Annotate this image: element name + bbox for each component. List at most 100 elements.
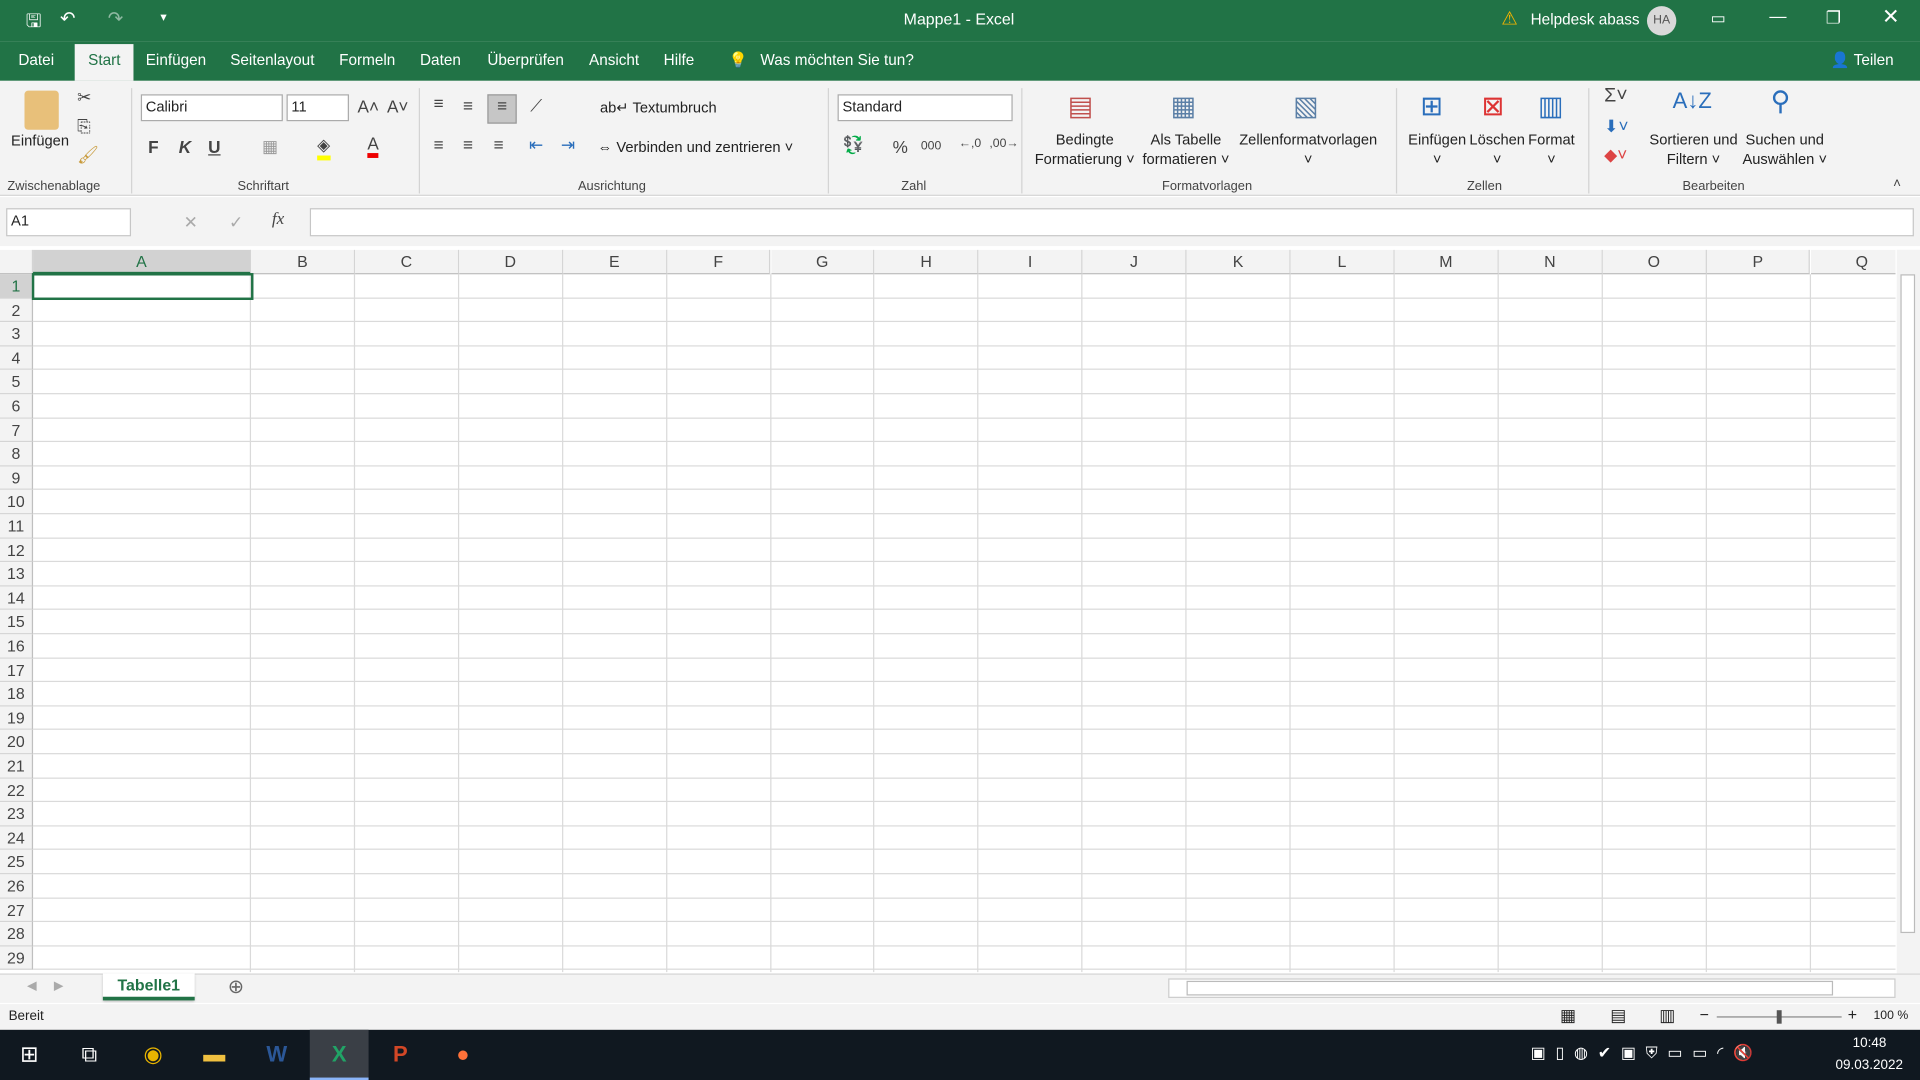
excel-icon[interactable]: X	[310, 1030, 369, 1080]
decrease-indent-icon[interactable]: ⇤	[529, 135, 543, 156]
tab-start[interactable]: Start	[75, 44, 134, 81]
zoom-out-icon[interactable]: −	[1700, 1005, 1709, 1023]
clear-icon[interactable]: ◆˅	[1604, 144, 1627, 165]
share-button[interactable]: 👤 Teilen	[1831, 51, 1894, 69]
column-header[interactable]: O	[1602, 250, 1706, 274]
sort-filter-button[interactable]: Sortieren undFiltern ˅	[1649, 130, 1737, 169]
worksheet-grid[interactable]: ABCDEFGHIJKLMNOPQ12345678910111213141516…	[0, 250, 1896, 972]
system-tray-icons[interactable]: ▣▯◍✔▣⛨▭▭◜🔇	[1531, 1043, 1763, 1063]
merge-center-button[interactable]: ⇔ Verbinden und zentrieren ˅	[598, 137, 794, 157]
row-header[interactable]: 9	[0, 466, 33, 490]
row-header[interactable]: 17	[0, 658, 33, 682]
name-box[interactable]: A1	[6, 208, 131, 236]
row-header[interactable]: 13	[0, 562, 33, 586]
row-header[interactable]: 28	[0, 922, 33, 946]
normal-view-icon[interactable]: ▦	[1560, 1005, 1576, 1026]
tab-daten[interactable]: Daten	[420, 51, 461, 68]
delete-cells-icon[interactable]: ⊠	[1482, 91, 1505, 123]
orientation-icon[interactable]: ⟋	[530, 96, 542, 117]
ribbon-display-icon[interactable]: ▭	[1711, 9, 1726, 29]
active-cell[interactable]	[32, 273, 254, 299]
avatar[interactable]: HA	[1647, 6, 1676, 35]
powerpoint-icon[interactable]: P	[371, 1030, 430, 1080]
file-explorer-icon[interactable]: ▬	[185, 1030, 244, 1080]
grow-font-icon[interactable]: A˄	[358, 97, 379, 117]
tab-formeln[interactable]: Formeln	[339, 51, 395, 68]
restore-icon[interactable]: ❐	[1826, 7, 1841, 28]
cut-icon[interactable]: ✂	[77, 87, 91, 108]
h-scroll-thumb[interactable]	[1187, 981, 1834, 996]
redo-icon[interactable]: ↷	[108, 7, 123, 29]
row-header[interactable]: 20	[0, 730, 33, 754]
horizontal-scrollbar[interactable]	[1168, 978, 1895, 998]
align-left-icon[interactable]: ≡	[433, 135, 443, 155]
row-header[interactable]: 11	[0, 514, 33, 538]
tab-seitenlayout[interactable]: Seitenlayout	[230, 51, 314, 68]
font-color-icon[interactable]: A	[367, 133, 378, 157]
find-select-button[interactable]: Suchen undAuswählen ˅	[1742, 130, 1827, 169]
row-header[interactable]: 6	[0, 394, 33, 418]
column-header[interactable]: F	[667, 250, 771, 274]
clock-time[interactable]: 10:48	[1853, 1036, 1887, 1051]
number-format-select[interactable]: Standard	[838, 94, 1013, 121]
decrease-decimal-icon[interactable]: ,00→	[989, 137, 1018, 150]
column-header[interactable]: N	[1499, 250, 1603, 274]
row-header[interactable]: 19	[0, 706, 33, 730]
row-header[interactable]: 22	[0, 778, 33, 802]
bold-button[interactable]: F	[148, 137, 158, 157]
column-header[interactable]: H	[875, 250, 979, 274]
row-header[interactable]: 14	[0, 586, 33, 610]
format-as-table-icon[interactable]: ▦	[1171, 91, 1196, 123]
page-break-view-icon[interactable]: ▥	[1659, 1005, 1675, 1026]
insert-cells-button[interactable]: Einfügen˅	[1408, 130, 1466, 169]
new-sheet-icon[interactable]: ⊕	[228, 975, 244, 999]
align-right-icon[interactable]: ≡	[493, 135, 503, 155]
formula-input[interactable]	[310, 208, 1914, 236]
wrap-text-button[interactable]: ab↵ Textumbruch	[600, 98, 717, 118]
row-header[interactable]: 29	[0, 946, 33, 970]
font-name-select[interactable]: Calibri	[141, 94, 283, 121]
column-header[interactable]: Q	[1810, 250, 1895, 274]
vertical-scrollbar[interactable]	[1897, 250, 1920, 974]
column-header[interactable]: A	[33, 250, 251, 274]
page-layout-view-icon[interactable]: ▤	[1610, 1005, 1626, 1026]
column-header[interactable]: D	[459, 250, 563, 274]
tell-me-input[interactable]: Was möchten Sie tun?	[760, 51, 913, 68]
row-header[interactable]: 4	[0, 346, 33, 370]
column-header[interactable]: B	[251, 250, 355, 274]
copy-icon[interactable]: ⎘	[77, 116, 91, 137]
row-header[interactable]: 8	[0, 442, 33, 466]
firefox-icon[interactable]: ●	[433, 1030, 492, 1080]
thousands-button[interactable]: 000	[921, 140, 941, 153]
column-header[interactable]: L	[1291, 250, 1395, 274]
autosum-icon[interactable]: Σ˅	[1604, 86, 1628, 108]
row-header[interactable]: 10	[0, 490, 33, 514]
row-header[interactable]: 15	[0, 610, 33, 634]
select-all-button[interactable]	[0, 250, 33, 274]
shrink-font-icon[interactable]: A˅	[387, 97, 408, 117]
row-header[interactable]: 3	[0, 322, 33, 346]
column-header[interactable]: K	[1187, 250, 1291, 274]
next-sheet-icon[interactable]: ▶	[54, 980, 63, 993]
fill-color-icon[interactable]: ◈	[317, 135, 330, 161]
conditional-format-icon[interactable]: ▤	[1068, 91, 1093, 123]
underline-button[interactable]: U	[208, 137, 220, 157]
conditional-format-button[interactable]: BedingteFormatierung ˅	[1035, 130, 1135, 169]
sheet-tab-tabelle1[interactable]: Tabelle1	[103, 973, 195, 1000]
delete-cells-button[interactable]: Löschen˅	[1469, 130, 1525, 169]
borders-icon[interactable]: ▦	[262, 136, 278, 157]
column-header[interactable]: E	[563, 250, 667, 274]
align-bottom-icon[interactable]: ≡	[487, 94, 516, 123]
find-select-icon[interactable]: ⚲	[1771, 86, 1791, 118]
paste-icon[interactable]	[24, 91, 58, 130]
zoom-level[interactable]: 100 %	[1873, 1009, 1908, 1022]
task-view-icon[interactable]: ⧉	[60, 1030, 119, 1080]
word-icon[interactable]: W	[247, 1030, 306, 1080]
cell-styles-button[interactable]: Zellenformatvorlagen˅	[1239, 130, 1377, 169]
row-header[interactable]: 26	[0, 874, 33, 898]
tab-ansicht[interactable]: Ansicht	[589, 51, 639, 68]
tab-hilfe[interactable]: Hilfe	[664, 51, 695, 68]
increase-indent-icon[interactable]: ⇥	[561, 135, 575, 156]
column-header[interactable]: I	[979, 250, 1083, 274]
row-header[interactable]: 24	[0, 826, 33, 850]
